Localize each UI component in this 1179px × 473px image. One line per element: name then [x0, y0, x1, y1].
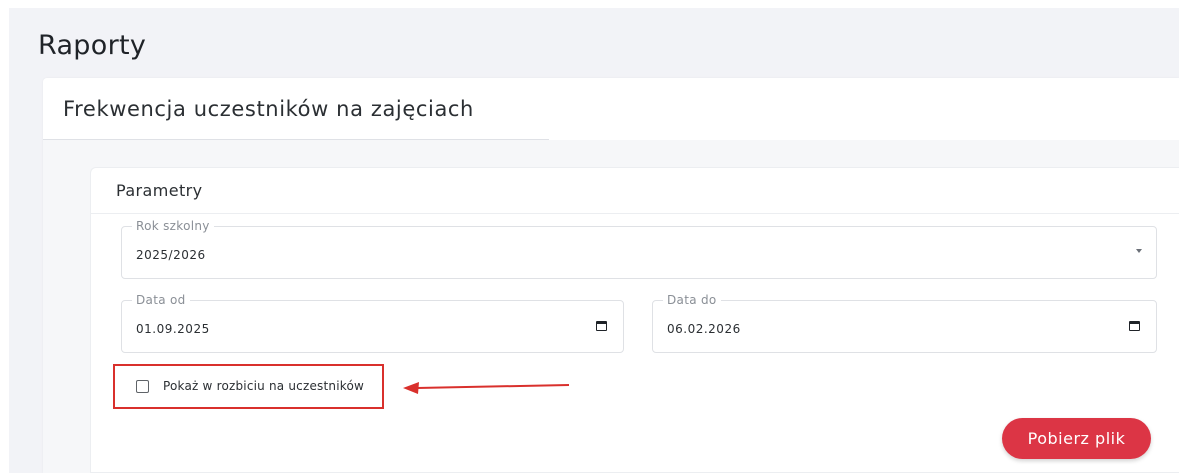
parameters-title: Parametry	[116, 181, 203, 200]
parameters-card: Parametry Rok szkolny 2025/2026 Data od …	[90, 167, 1179, 473]
date-from-label: Data od	[132, 293, 190, 307]
page-title: Raporty	[38, 30, 147, 61]
report-header: Frekwencja uczestników na zajęciach	[43, 78, 549, 140]
breakdown-highlight-box: Pokaż w rozbiciu na uczestników	[113, 364, 384, 409]
date-from-value: 01.09.2025	[136, 322, 210, 336]
date-to-value: 06.02.2026	[667, 322, 741, 336]
arrow-left-icon	[403, 382, 570, 394]
date-to-field[interactable]: Data do 06.02.2026	[652, 293, 1157, 353]
report-body: Parametry Rok szkolny 2025/2026 Data od …	[43, 140, 1179, 473]
breakdown-checkbox[interactable]	[136, 380, 149, 393]
school-year-select[interactable]: Rok szkolny 2025/2026	[121, 219, 1157, 279]
reports-page: Raporty Frekwencja uczestników na zajęci…	[9, 8, 1179, 473]
date-from-field[interactable]: Data od 01.09.2025	[121, 293, 624, 353]
breakdown-checkbox-label[interactable]: Pokaż w rozbiciu na uczestników	[163, 379, 364, 393]
school-year-label: Rok szkolny	[132, 219, 214, 233]
date-to-label: Data do	[663, 293, 721, 307]
chevron-down-icon[interactable]	[1136, 249, 1142, 253]
school-year-value: 2025/2026	[136, 248, 206, 262]
report-card: Frekwencja uczestników na zajęciach Para…	[43, 78, 1179, 473]
report-title: Frekwencja uczestników na zajęciach	[63, 97, 474, 121]
calendar-icon[interactable]	[1129, 321, 1140, 331]
download-file-button[interactable]: Pobierz plik	[1002, 418, 1151, 459]
parameters-header: Parametry	[91, 168, 1179, 214]
calendar-icon[interactable]	[596, 321, 607, 331]
